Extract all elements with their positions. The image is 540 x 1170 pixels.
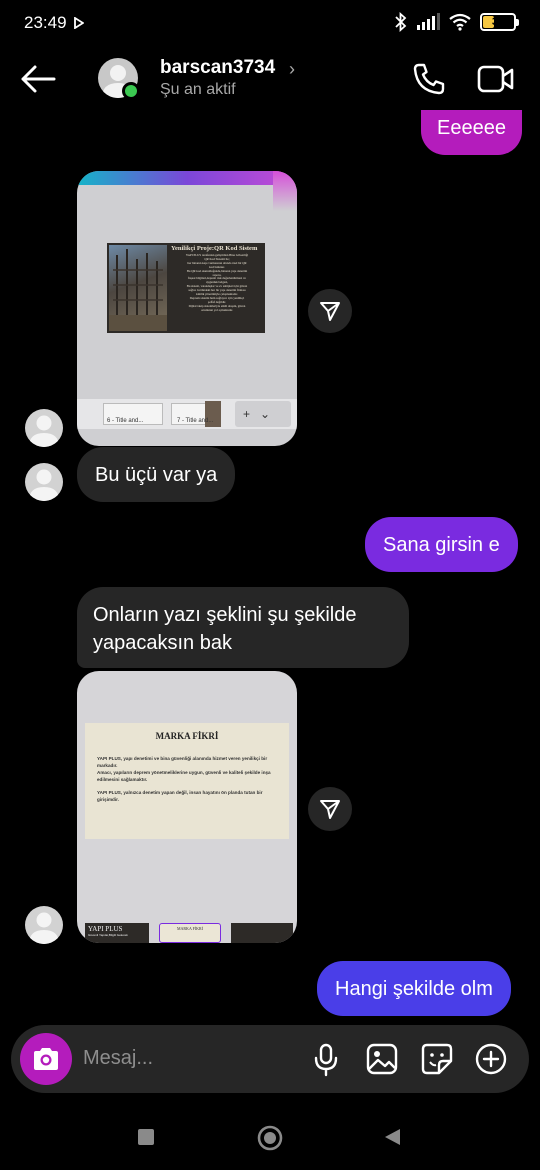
battery-percent: 38	[491, 16, 505, 28]
sticker-icon[interactable]	[421, 1043, 453, 1075]
back-arrow-icon[interactable]	[20, 64, 56, 94]
slide-thumbnail[interactable]	[231, 923, 293, 943]
gallery-icon[interactable]	[366, 1043, 398, 1075]
signal-icon	[417, 13, 440, 30]
wifi-icon	[449, 13, 471, 31]
message-text: Sana girsin e	[383, 534, 500, 556]
default-avatar-icon	[29, 469, 59, 501]
message-outgoing[interactable]: Hangi şekilde olm	[317, 961, 511, 1016]
share-icon	[320, 302, 340, 321]
construction-scene	[109, 249, 167, 331]
nav-triangle-icon[interactable]	[383, 1128, 401, 1146]
slide-preview: Yenilikçi Proje:QR Kod Sistem YAPI PLUS …	[107, 243, 265, 333]
share-icon	[320, 800, 340, 819]
slide-body: YAPI PLUS, yapı denetimi ve bina güvenli…	[97, 755, 281, 803]
editor-toolbar	[77, 171, 297, 185]
online-indicator	[122, 82, 140, 100]
slide-title: MARKA FİKRİ	[155, 731, 219, 741]
media-play-icon	[74, 17, 84, 29]
share-button[interactable]	[308, 787, 352, 831]
slide-title: Yenilikçi Proje:QR Kod Sistem	[171, 245, 258, 252]
message-text: Eeeeee	[437, 117, 506, 139]
add-slide-button[interactable]: + ⌄	[235, 401, 291, 427]
status-bar: 23:49 38	[0, 0, 540, 48]
microphone-icon[interactable]	[313, 1043, 339, 1077]
slide-paragraph: Amacı, yapıların deprem yönetmeliklerine…	[97, 770, 271, 782]
video-icon[interactable]	[477, 62, 515, 96]
default-avatar-icon	[29, 912, 59, 944]
default-avatar-icon	[29, 415, 59, 447]
slide-paragraph: YAPI PLUS, yalnızca denetim yapan değil,…	[97, 790, 263, 802]
slide-thumbnail-selected[interactable]: MARKA FİKRİ	[159, 923, 221, 943]
slide-line: ortamının yol açmaktadır.	[201, 307, 233, 312]
image-reaction-tint	[273, 171, 297, 211]
status-time: 23:49	[24, 13, 67, 32]
thumbnail-label-6: 6 - Title and...	[107, 418, 144, 424]
slide-body: YAPI PLUS tarafından geliştirilen Bina G…	[171, 253, 263, 313]
slide-thumbnail[interactable]: YAPI PLUS Güvenli Yapılar,Bilgili Gelece…	[85, 923, 149, 943]
thumbnail-title: YAPI PLUS	[88, 925, 123, 933]
sender-avatar[interactable]	[25, 409, 63, 447]
bluetooth-icon	[395, 12, 407, 32]
thumbnail-title: MARKA FİKRİ	[176, 926, 204, 931]
message-text: Onların yazı şeklini şu şekilde yapacaks…	[93, 604, 357, 654]
camera-icon	[34, 1048, 58, 1070]
message-text: Hangi şekilde olm	[335, 978, 493, 1000]
battery-icon: 38	[480, 13, 519, 31]
camera-button[interactable]	[20, 1033, 72, 1085]
message-outgoing[interactable]: Eeeeee	[421, 110, 522, 155]
status-icons: 38	[394, 12, 519, 32]
share-button[interactable]	[308, 289, 352, 333]
nav-circle-icon[interactable]	[257, 1125, 283, 1151]
message-input[interactable]: Mesaj...	[83, 1047, 153, 1070]
message-incoming[interactable]: Bu üçü var ya	[77, 447, 236, 502]
slide-preview: MARKA FİKRİ YAPI PLUS, yapı denetimi ve …	[85, 723, 289, 839]
nav-square-icon[interactable]	[138, 1129, 154, 1145]
chat-header: barscan3734 › Şu an aktif	[0, 48, 540, 114]
chevron-right-icon[interactable]: ›	[289, 59, 295, 80]
system-nav-bar	[0, 1100, 540, 1170]
sender-avatar[interactable]	[25, 463, 63, 501]
construction-photo	[109, 245, 167, 331]
message-composer: Mesaj...	[11, 1025, 529, 1093]
plus-icon[interactable]	[475, 1043, 507, 1075]
slide-paragraph: YAPI PLUS, yapı denetimi ve bina güvenli…	[97, 756, 268, 768]
contact-username[interactable]: barscan3734	[160, 57, 275, 79]
message-outgoing[interactable]: Sana girsin e	[365, 517, 518, 572]
image-message[interactable]: MARKA FİKRİ YAPI PLUS, yapı denetimi ve …	[77, 671, 297, 943]
contact-status: Şu an aktif	[160, 81, 236, 98]
slide-thumbnail-strip: 6 - Title and... 7 - Title and... + ⌄	[77, 399, 297, 429]
message-incoming[interactable]: Onların yazı şeklini şu şekilde yapacaks…	[77, 587, 409, 668]
image-message[interactable]: Yenilikçi Proje:QR Kod Sistem YAPI PLUS …	[77, 171, 297, 446]
thumbnail-subtitle: Güvenli Yapılar,Bilgili Gelecek	[88, 933, 128, 937]
thumbnail-label-7: 7 - Title and...	[177, 418, 214, 424]
phone-icon[interactable]	[412, 62, 446, 96]
message-text: Bu üçü var ya	[95, 464, 218, 486]
sender-avatar[interactable]	[25, 906, 63, 944]
